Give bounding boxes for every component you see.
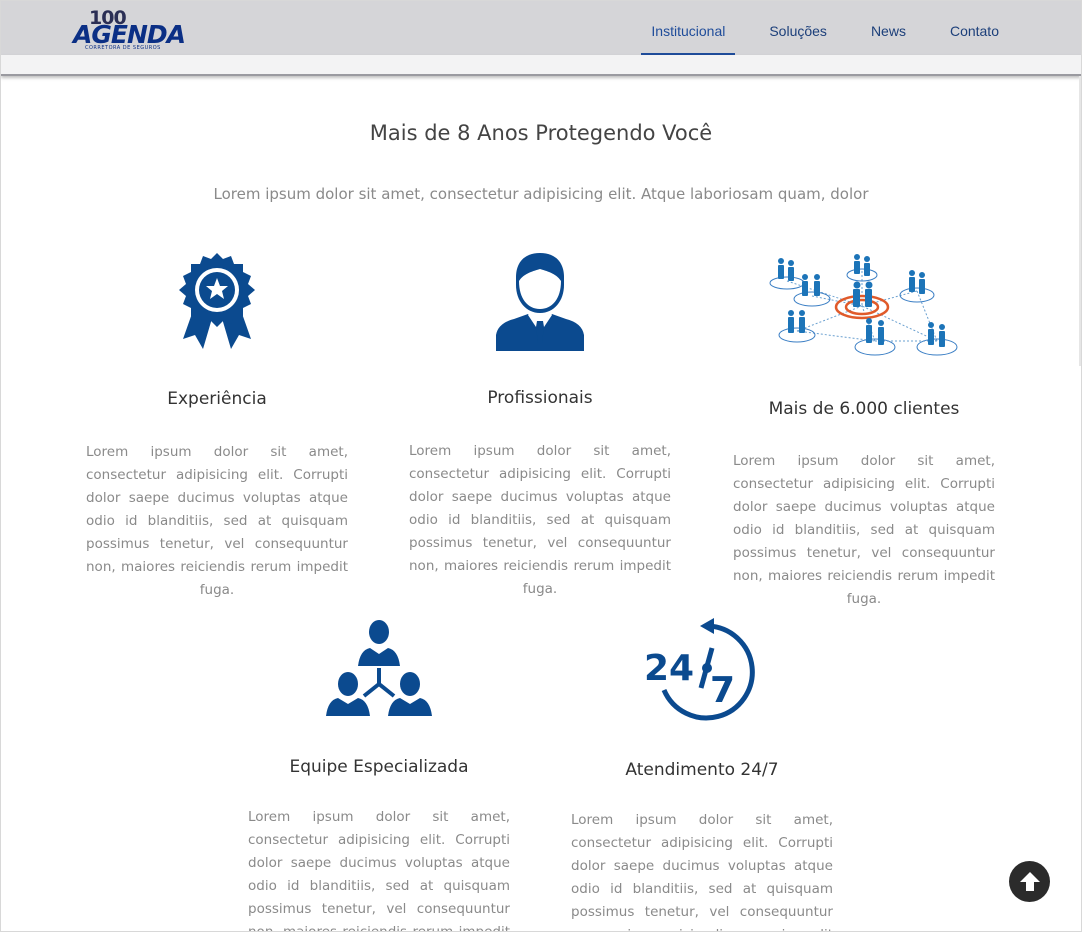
team-hierarchy-icon bbox=[326, 620, 432, 716]
feature-text: Lorem ipsum dolor sit amet, consectetur … bbox=[86, 444, 348, 598]
clock-hours-text: 24 bbox=[644, 648, 694, 689]
feature-text: Lorem ipsum dolor sit amet, consectetur … bbox=[409, 443, 671, 597]
feature-atendimento: 24 7 Atendimento 24/7 Lorem ipsum dolor … bbox=[571, 618, 833, 931]
scrollbar[interactable] bbox=[1079, 76, 1081, 366]
feature-clientes: Mais de 6.000 clientes Lorem ipsum dolor… bbox=[733, 251, 995, 621]
clock-24-7-icon: 24 7 bbox=[644, 618, 755, 721]
section-subtitle: Lorem ipsum dolor sit amet, consectetur … bbox=[213, 185, 869, 203]
main-nav: Institucional Soluções News Contato bbox=[629, 1, 1021, 55]
logo-tagline: CORRETORA DE SEGUROS bbox=[85, 45, 161, 51]
feature-experiencia: Experiência Lorem ipsum dolor sit amet, … bbox=[86, 251, 348, 611]
feature-text: Lorem ipsum dolor sit amet, consectetur … bbox=[248, 809, 510, 932]
feature-title: Experiência bbox=[167, 389, 267, 409]
feature-title: Atendimento 24/7 bbox=[625, 760, 779, 780]
header-underbar bbox=[1, 55, 1081, 76]
feature-equipe: Equipe Especializada Lorem ipsum dolor s… bbox=[248, 618, 510, 932]
clock-days-text: 7 bbox=[710, 670, 735, 711]
client-network-icon bbox=[769, 254, 958, 356]
feature-title: Equipe Especializada bbox=[289, 757, 469, 777]
feature-text: Lorem ipsum dolor sit amet, consectetur … bbox=[733, 453, 995, 607]
page: 100 AGENDA CORRETORA DE SEGUROS Instituc… bbox=[0, 0, 1082, 932]
section-title: Mais de 8 Anos Protegendo Você bbox=[369, 121, 713, 145]
scroll-top-button[interactable] bbox=[1009, 861, 1050, 902]
top-navbar: 100 AGENDA CORRETORA DE SEGUROS Instituc… bbox=[1, 1, 1081, 56]
arrow-up-icon bbox=[1020, 872, 1040, 891]
nav-item-solucoes[interactable]: Soluções bbox=[759, 1, 837, 55]
feature-text: Lorem ipsum dolor sit amet, consectetur … bbox=[571, 812, 833, 931]
logo[interactable]: 100 AGENDA CORRETORA DE SEGUROS bbox=[71, 8, 203, 55]
award-ribbon-icon bbox=[179, 253, 255, 349]
businessman-icon bbox=[496, 253, 584, 351]
feature-title: Profissionais bbox=[487, 388, 593, 408]
feature-profissionais: Profissionais Lorem ipsum dolor sit amet… bbox=[409, 251, 671, 611]
feature-title: Mais de 6.000 clientes bbox=[768, 399, 960, 419]
nav-item-institucional[interactable]: Institucional bbox=[641, 1, 736, 55]
nav-item-contato[interactable]: Contato bbox=[940, 1, 1009, 55]
nav-item-news[interactable]: News bbox=[861, 1, 916, 55]
